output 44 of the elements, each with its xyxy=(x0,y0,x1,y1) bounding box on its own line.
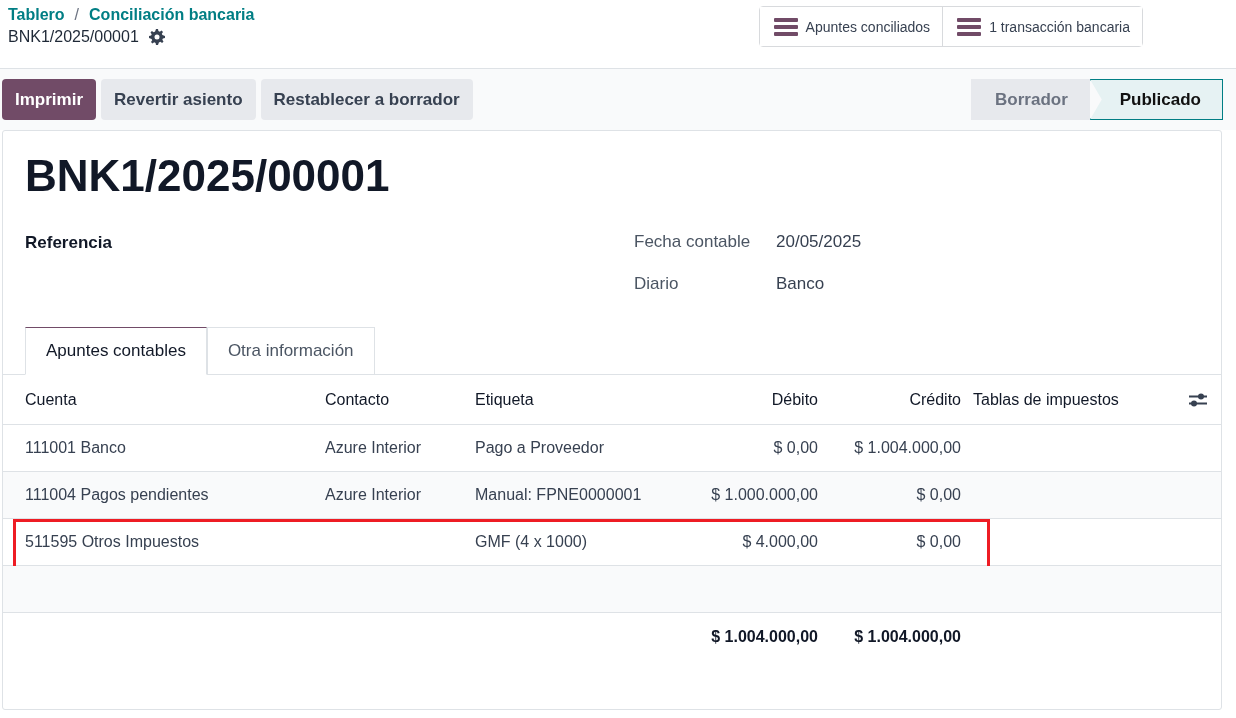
column-header[interactable]: Tablas de impuestos xyxy=(973,390,1119,409)
record-title: BNK1/2025/00001 xyxy=(25,151,391,201)
action-button[interactable]: Restablecer a borrador xyxy=(260,79,473,120)
table-cell-text: $ 0,00 xyxy=(915,533,962,551)
table-cell-text: Pago a Proveedor xyxy=(474,439,605,457)
table-cell-text: GMF (4 x 1000) xyxy=(474,533,589,551)
column-header[interactable]: Cuenta xyxy=(3,390,303,409)
list-icon xyxy=(773,16,798,37)
list-icon xyxy=(957,16,982,37)
field-value: Banco xyxy=(776,274,825,294)
record-name: BNK1/2025/00001 xyxy=(8,28,139,46)
total-cell-text: $ 1.004.000,00 xyxy=(710,627,819,646)
breadcrumb-separator: / xyxy=(74,6,80,24)
table-cell-text: 511595 Otros Impuestos xyxy=(24,533,201,551)
tab[interactable]: Otra información xyxy=(206,327,375,375)
table-cell-text: $ 0,00 xyxy=(772,439,819,457)
column-header[interactable]: Crédito xyxy=(823,390,966,409)
table-cell-text: Azure Interior xyxy=(324,439,423,457)
column-header[interactable]: Débito xyxy=(658,390,823,409)
table-cell-text: 111001 Banco xyxy=(24,439,127,457)
field-label: Diario xyxy=(634,274,680,294)
table-cell-text: 111004 Pagos pendientes xyxy=(24,486,210,504)
table-cell-text: $ 1.000.000,00 xyxy=(710,486,819,504)
status-stage[interactable]: Borrador xyxy=(971,79,1090,120)
table-cell-text: Manual: FPNE0000001 xyxy=(474,486,643,504)
action-button[interactable]: Imprimir xyxy=(2,79,97,120)
table-cell-text: $ 1.004.000,00 xyxy=(853,439,962,457)
action-button[interactable]: Revertir asiento xyxy=(101,79,256,120)
column-header[interactable]: Etiqueta xyxy=(453,390,658,409)
table-cell-text: $ 0,00 xyxy=(915,486,962,504)
breadcrumb-link[interactable]: Tablero xyxy=(8,6,65,24)
tab[interactable]: Apuntes contables xyxy=(25,327,207,375)
settings-icon[interactable] xyxy=(148,29,165,45)
table-cell-text: Azure Interior xyxy=(324,486,423,504)
table-cell-text: $ 4.000,00 xyxy=(741,533,819,551)
status-stage[interactable]: Publicado xyxy=(1089,79,1223,120)
field-value: 20/05/2025 xyxy=(776,232,862,252)
field-label: Referencia xyxy=(25,232,113,254)
sliders-icon[interactable] xyxy=(1189,391,1207,408)
total-cell-text: $ 1.004.000,00 xyxy=(853,627,962,646)
field-label: Fecha contable xyxy=(634,232,752,252)
breadcrumb-link[interactable]: Conciliación bancaria xyxy=(89,6,255,24)
smart-button[interactable]: 1 transacción bancaria xyxy=(942,7,1142,46)
column-header[interactable]: Contacto xyxy=(303,390,453,409)
